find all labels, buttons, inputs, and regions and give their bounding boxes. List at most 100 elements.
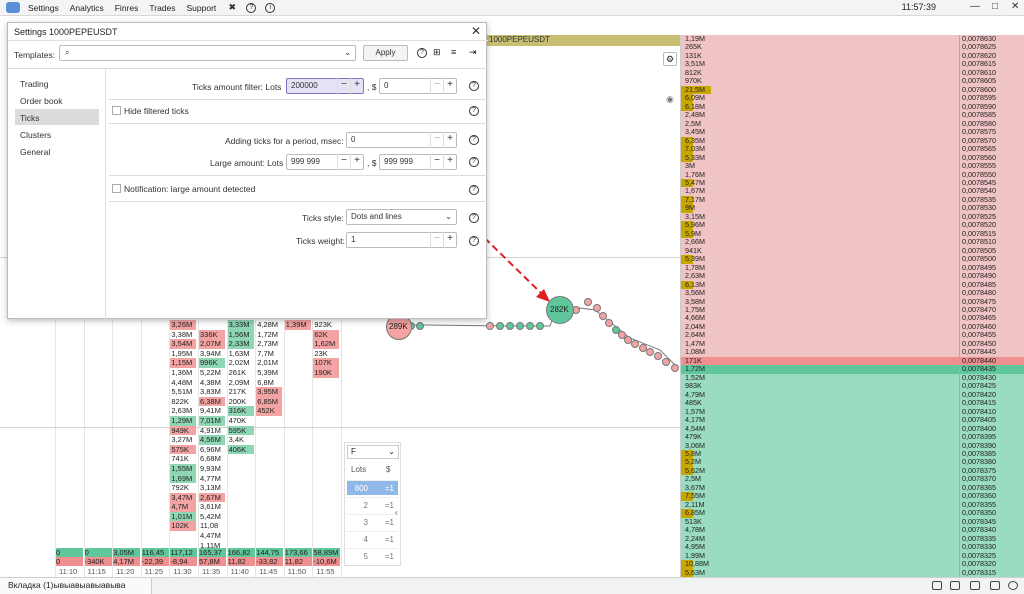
filter-select[interactable]: F ⌄ bbox=[347, 445, 399, 459]
lots-row[interactable]: 3 =1 bbox=[347, 514, 398, 529]
ticks-filter-usd-input[interactable]: 0 − + bbox=[379, 78, 457, 94]
cluster-cell: 5,51M bbox=[171, 387, 193, 397]
menu-analytics[interactable]: Analytics bbox=[70, 3, 104, 13]
hide-filtered-checkbox[interactable] bbox=[112, 106, 121, 115]
sidebar-item-ticks[interactable]: Ticks bbox=[15, 109, 99, 125]
templates-select[interactable]: ⌕ ⌄ bbox=[59, 45, 356, 61]
large-amount-lots-input[interactable]: 999 999 − + bbox=[286, 154, 364, 170]
decrement-button[interactable]: − bbox=[430, 232, 443, 248]
help-icon[interactable]: ? bbox=[469, 236, 479, 246]
level-volume: 4,95M bbox=[685, 542, 705, 552]
chart-settings-gear-icon[interactable]: ⚙ bbox=[663, 52, 677, 66]
screenshot-icon[interactable] bbox=[932, 581, 942, 590]
sidebar-item-clusters[interactable]: Clusters bbox=[15, 126, 99, 142]
increment-button[interactable]: + bbox=[443, 132, 456, 148]
info-icon[interactable]: i bbox=[265, 2, 276, 13]
tick-dot bbox=[646, 348, 654, 356]
eye-icon[interactable]: ◉ bbox=[666, 94, 674, 105]
level-volume: 485K bbox=[685, 398, 702, 408]
increment-button[interactable]: + bbox=[443, 78, 456, 94]
cluster-cell: 9,93M bbox=[200, 463, 221, 473]
cluster-total-volume: 0 bbox=[56, 548, 83, 557]
help-icon[interactable]: ? bbox=[417, 48, 427, 58]
cluster-cell: 822K bbox=[171, 396, 189, 406]
maximize-icon[interactable]: □ bbox=[992, 1, 998, 12]
lots-row[interactable]: 4 =1 bbox=[347, 531, 398, 546]
cluster-column[interactable]: 923K 62K 1,62M 23K 107K 190K bbox=[313, 320, 340, 378]
increment-button[interactable]: + bbox=[350, 78, 363, 94]
close-window-icon[interactable]: ✕ bbox=[1011, 1, 1019, 12]
dialog-title: Settings 1000PEPEUSDT bbox=[14, 27, 118, 37]
price-scale[interactable]: 1,19M 0,0078630 265K 0,0078625 131K 0,0078620… bbox=[680, 34, 1024, 577]
menu-settings[interactable]: Settings bbox=[28, 3, 59, 13]
adding-ticks-label: Adding ticks for a period, msec: bbox=[225, 136, 344, 146]
decrement-button[interactable]: − bbox=[337, 78, 350, 94]
filter-value: F bbox=[351, 447, 356, 456]
sidebar-item-order-book[interactable]: Order book bbox=[15, 92, 99, 108]
level-volume: 1,76M bbox=[685, 169, 705, 179]
workspace-tab[interactable]: Вкладка (1)ывыавыавыавыва bbox=[0, 578, 152, 594]
help-icon[interactable]: ? bbox=[246, 2, 257, 13]
price-level-row[interactable]: 5,63M 0,0078315 bbox=[681, 568, 1024, 577]
dialog-close-icon[interactable]: ✕ bbox=[471, 24, 481, 38]
cluster-column[interactable]: 3,33M 1,56M 2,33M 1,63M 2,02M 261K 2,09M 217K 20… bbox=[227, 320, 254, 455]
decrement-button[interactable]: − bbox=[430, 132, 443, 148]
help-icon[interactable]: ? bbox=[469, 106, 479, 116]
cluster-column[interactable]: 336K 2,07M 3,94M 996K 5,22M 4,38M 3,83M 6,38M 9,… bbox=[199, 320, 225, 560]
lots-row[interactable]: 5 =1 bbox=[347, 548, 398, 563]
increment-button[interactable]: + bbox=[350, 154, 363, 170]
decrement-button[interactable]: − bbox=[430, 78, 443, 94]
database-icon[interactable]: ≡ bbox=[451, 47, 456, 57]
lots-row[interactable]: 2 =1 bbox=[347, 497, 398, 512]
minimize-icon[interactable]: — bbox=[970, 1, 980, 12]
ticks-filter-lots-input[interactable]: 200000 − + bbox=[286, 78, 364, 94]
ticks-style-select[interactable]: Dots and lines ⌄ bbox=[346, 209, 457, 225]
cluster-cell: 62K bbox=[313, 329, 340, 340]
menu-finres[interactable]: Finres bbox=[115, 3, 139, 13]
window-icon[interactable] bbox=[970, 581, 980, 590]
sync-icon[interactable] bbox=[950, 581, 960, 590]
divider bbox=[109, 123, 488, 124]
decrement-button[interactable]: − bbox=[337, 154, 350, 170]
help-icon[interactable]: ? bbox=[469, 81, 479, 91]
cluster-column[interactable]: 3,26M 3,38M 3,54M 1,95M 1,15M 1,36M 4,48M 5,51M… bbox=[170, 320, 197, 532]
save-template-icon[interactable]: ⊞ bbox=[433, 47, 441, 58]
decrement-button[interactable]: − bbox=[430, 154, 443, 170]
cluster-column[interactable]: 4,28M 1,72M 2,73M 7,7M 2,01M 5,39M 6,8M 3,95M 6,… bbox=[256, 320, 283, 416]
increment-button[interactable]: + bbox=[443, 232, 456, 248]
help-icon[interactable]: ? bbox=[469, 213, 479, 223]
lots-count: =1 bbox=[384, 518, 394, 527]
help-icon[interactable]: ? bbox=[469, 185, 479, 195]
cluster-cell: 2,33M bbox=[227, 339, 254, 349]
mute-icon[interactable]: ✖ bbox=[227, 2, 237, 13]
lots-row[interactable]: 800 =1 bbox=[347, 480, 398, 495]
help-icon[interactable]: ? bbox=[469, 157, 479, 167]
menu-trades[interactable]: Trades bbox=[149, 3, 175, 13]
layout-icon[interactable] bbox=[990, 581, 1000, 590]
increment-button[interactable]: + bbox=[443, 154, 456, 170]
tick-dot bbox=[671, 364, 679, 372]
large-amount-usd-input[interactable]: 999 999 − + bbox=[379, 154, 457, 170]
level-volume: 1,52M bbox=[685, 372, 705, 382]
cluster-cell: 1,01M bbox=[170, 511, 197, 522]
cluster-delta: 4,17M bbox=[113, 557, 141, 566]
notification-checkbox[interactable] bbox=[112, 184, 121, 193]
menu-support[interactable]: Support bbox=[187, 3, 217, 13]
collapse-left-icon[interactable]: ‹ bbox=[395, 508, 398, 517]
level-volume: 9M bbox=[681, 203, 959, 213]
cluster-column[interactable]: 1,39M bbox=[284, 320, 311, 330]
lots-value: 5 bbox=[363, 552, 368, 561]
help-icon[interactable]: ? bbox=[469, 135, 479, 145]
cluster-cell: 1,55M bbox=[170, 463, 197, 474]
sidebar-item-trading[interactable]: Trading bbox=[15, 75, 99, 91]
cluster-cell: 5,42M bbox=[200, 511, 221, 521]
sidebar-item-general[interactable]: General bbox=[15, 143, 99, 159]
ticks-filter-label: Ticks amount filter: Lots bbox=[192, 82, 282, 92]
cluster-delta: -22,39 bbox=[141, 557, 169, 566]
cluster-delta: -340K bbox=[84, 557, 112, 566]
ticks-weight-input[interactable]: 1 − + bbox=[346, 232, 457, 248]
export-icon[interactable]: ⇥ bbox=[469, 47, 477, 58]
apply-button[interactable]: Apply bbox=[363, 45, 408, 61]
level-volume: 4,17M bbox=[685, 415, 705, 425]
adding-ticks-input[interactable]: 0 − + bbox=[346, 132, 457, 148]
